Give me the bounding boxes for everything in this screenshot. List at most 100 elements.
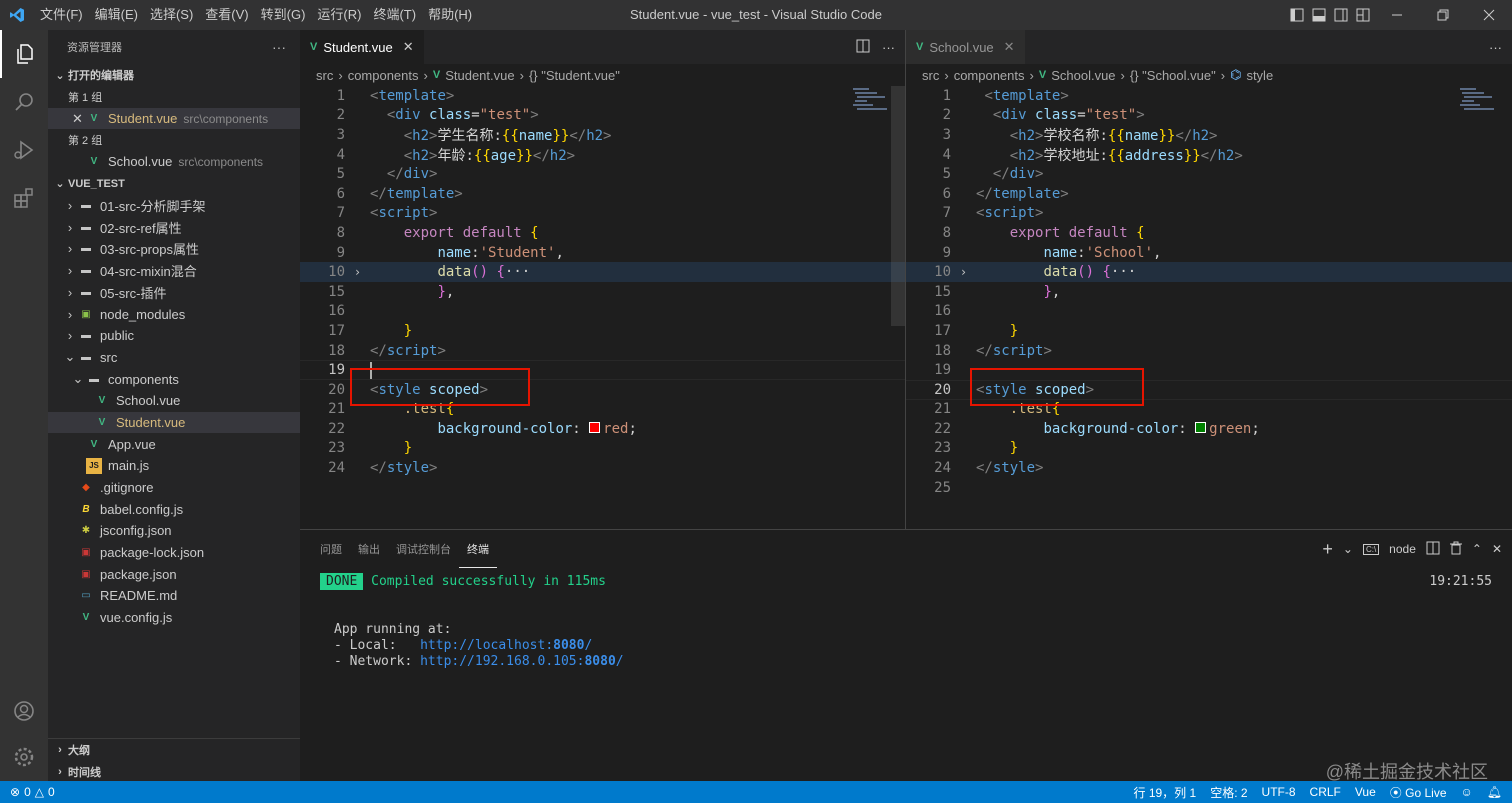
tree-file[interactable]: ▣ package.json	[48, 563, 300, 585]
close-window-icon[interactable]	[1466, 0, 1512, 30]
new-terminal-icon[interactable]: +	[1322, 539, 1333, 560]
tab-problems[interactable]: 问题	[312, 530, 350, 568]
breadcrumb-item[interactable]: style	[1246, 68, 1273, 83]
tree-folder-src[interactable]: ⌄ ▬ src	[48, 347, 300, 369]
breadcrumb-item[interactable]: Student.vue	[445, 68, 514, 83]
code-area[interactable]: 1 <template> 2 <div class="test"> 3 <h2>学…	[300, 86, 905, 478]
indentation[interactable]: 空格: 2	[1210, 784, 1247, 801]
chevron-down-icon[interactable]: ⌄	[1343, 542, 1353, 556]
breadcrumb-item[interactable]: components	[954, 68, 1025, 83]
vue-file-icon: V	[1038, 69, 1047, 81]
split-terminal-icon[interactable]	[1426, 541, 1440, 558]
menu-file[interactable]: 文件(F)	[34, 0, 89, 30]
more-actions-icon[interactable]: ···	[272, 39, 286, 55]
tree-folder-components[interactable]: ⌄ ▬ components	[48, 368, 300, 390]
minimap[interactable]	[851, 86, 891, 126]
toggle-panel-icon[interactable]	[1308, 0, 1330, 30]
tree-folder[interactable]: › ▬ 01-src-分析脚手架	[48, 195, 300, 217]
network-url[interactable]: http://192.168.0.105:8080/	[420, 654, 624, 669]
problems-status[interactable]: ⊗ 0 △ 0	[0, 785, 55, 799]
explorer-icon[interactable]	[0, 30, 48, 78]
tab-school[interactable]: V School.vue ✕	[906, 30, 1025, 64]
color-swatch[interactable]	[1195, 421, 1207, 433]
open-editor-school[interactable]: V School.vue src\components	[48, 151, 300, 173]
menu-terminal[interactable]: 终端(T)	[367, 0, 422, 30]
more-actions-icon[interactable]: ···	[882, 40, 895, 55]
breadcrumb-item[interactable]: src	[316, 68, 333, 83]
menu-view[interactable]: 查看(V)	[199, 0, 254, 30]
tree-folder[interactable]: › ▬ public	[48, 325, 300, 347]
tab-student[interactable]: V Student.vue ✕	[300, 30, 424, 64]
tree-folder[interactable]: › ▣ node_modules	[48, 303, 300, 325]
fold-chevron-icon[interactable]: ›	[951, 265, 976, 279]
run-debug-icon[interactable]	[0, 126, 48, 174]
split-editor-icon[interactable]	[856, 39, 870, 56]
menu-go[interactable]: 转到(G)	[255, 0, 312, 30]
tree-file[interactable]: JS main.js	[48, 455, 300, 477]
terminal-name[interactable]: node	[1389, 542, 1416, 556]
open-editors-section[interactable]: ⌄ 打开的编辑器	[48, 64, 300, 86]
toggle-sidebar-icon[interactable]	[1286, 0, 1308, 30]
tree-file[interactable]: V App.vue	[48, 433, 300, 455]
tree-folder[interactable]: › ▬ 03-src-props属性	[48, 238, 300, 260]
cursor-position[interactable]: 行 19，列 1	[1133, 784, 1196, 801]
warning-icon: △	[34, 785, 44, 799]
breadcrumb-item[interactable]: School.vue	[1051, 68, 1115, 83]
menu-run[interactable]: 运行(R)	[311, 0, 367, 30]
outline-section[interactable]: › 大纲	[48, 739, 300, 761]
tree-folder[interactable]: › ▬ 02-src-ref属性	[48, 216, 300, 238]
tree-folder[interactable]: › ▬ 05-src-插件	[48, 282, 300, 304]
maximize-panel-icon[interactable]: ⌃	[1472, 542, 1482, 556]
minimize-icon[interactable]	[1374, 0, 1420, 30]
settings-gear-icon[interactable]	[0, 733, 48, 781]
tree-file[interactable]: ◆ .gitignore	[48, 477, 300, 499]
timeline-section[interactable]: › 时间线	[48, 761, 300, 783]
fold-chevron-icon[interactable]: ›	[345, 265, 370, 279]
breadcrumb-item[interactable]: {} "School.vue"	[1130, 68, 1216, 83]
restore-icon[interactable]	[1420, 0, 1466, 30]
trash-icon[interactable]	[1449, 541, 1462, 558]
encoding[interactable]: UTF-8	[1262, 785, 1296, 799]
breadcrumb-item[interactable]: {} "Student.vue"	[529, 68, 620, 83]
toggle-secondary-sidebar-icon[interactable]	[1330, 0, 1352, 30]
project-section[interactable]: ⌄ VUE_TEST	[48, 173, 300, 195]
customize-layout-icon[interactable]	[1352, 0, 1374, 30]
tree-file[interactable]: V School.vue	[48, 390, 300, 412]
line-ending[interactable]: CRLF	[1310, 785, 1341, 799]
close-icon[interactable]: ✕	[72, 111, 86, 127]
go-live-button[interactable]: ⦿ Go Live	[1390, 784, 1447, 801]
tab-output[interactable]: 输出	[350, 530, 388, 568]
vertical-scrollbar[interactable]	[891, 86, 905, 526]
tree-file[interactable]: ▣ package-lock.json	[48, 542, 300, 564]
local-url[interactable]: http://localhost:8080/	[420, 638, 592, 653]
code-area[interactable]: 1 <template> 2 <div class="test"> 3 <h2>…	[906, 86, 1512, 497]
color-swatch[interactable]	[589, 421, 601, 433]
menu-selection[interactable]: 选择(S)	[144, 0, 199, 30]
language-mode[interactable]: Vue	[1355, 785, 1376, 799]
feedback-icon[interactable]: ☺	[1461, 785, 1473, 799]
close-panel-icon[interactable]: ✕	[1492, 542, 1502, 556]
minimap[interactable]	[1458, 86, 1498, 126]
extensions-icon[interactable]	[0, 174, 48, 222]
search-icon[interactable]	[0, 78, 48, 126]
more-actions-icon[interactable]: ···	[1489, 40, 1502, 55]
tab-debug-console[interactable]: 调试控制台	[388, 530, 459, 568]
breadcrumb-item[interactable]: components	[348, 68, 419, 83]
tree-folder[interactable]: › ▬ 04-src-mixin混合	[48, 260, 300, 282]
terminal-output[interactable]: DONE Compiled successfully in 115ms 19:2…	[320, 573, 1492, 670]
notifications-icon[interactable]: 🔔︎	[1487, 785, 1502, 799]
tree-file[interactable]: Vvue.config.js	[48, 607, 300, 629]
tree-file[interactable]: Bbabel.config.js	[48, 498, 300, 520]
open-editor-student[interactable]: ✕ V Student.vue src\components	[48, 107, 300, 130]
tree-file[interactable]: ✱ jsconfig.json	[48, 520, 300, 542]
close-tab-icon[interactable]: ✕	[403, 39, 414, 55]
menu-help[interactable]: 帮助(H)	[422, 0, 478, 30]
folder-icon: ▬	[81, 221, 91, 233]
breadcrumb-item[interactable]: src	[922, 68, 939, 83]
menu-edit[interactable]: 编辑(E)	[89, 0, 144, 30]
tree-file-selected[interactable]: V Student.vue	[48, 411, 300, 434]
tree-file[interactable]: ▭ README.md	[48, 585, 300, 607]
close-tab-icon[interactable]: ✕	[1004, 39, 1015, 55]
accounts-icon[interactable]	[0, 687, 48, 735]
tab-terminal[interactable]: 终端	[459, 530, 497, 568]
